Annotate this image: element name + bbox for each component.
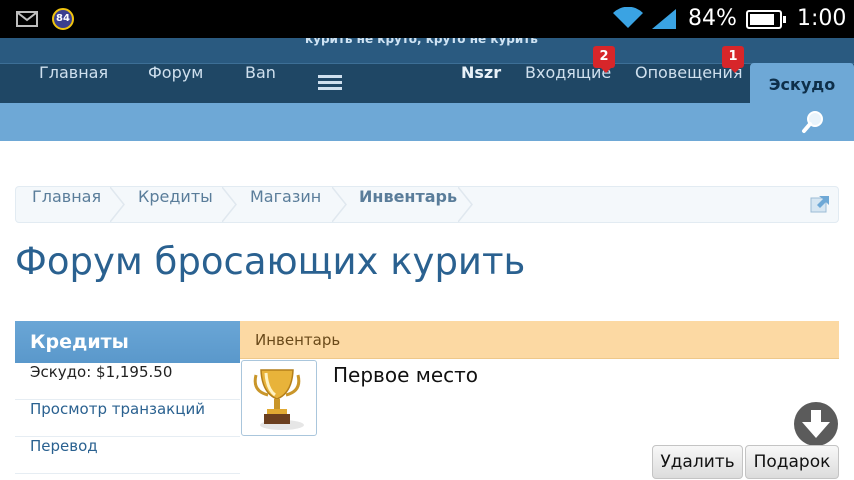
nav-inbox[interactable]: Входящие <box>525 63 611 103</box>
breadcrumb-shop[interactable]: Магазин <box>250 187 321 222</box>
nav-ban[interactable]: Ban <box>245 63 276 103</box>
balance-display: Эскудо: $1,195.50 <box>15 363 240 400</box>
inventory-item-name: Первое место <box>333 363 478 387</box>
trophy-icon <box>253 369 304 430</box>
nav-forum[interactable]: Форум <box>148 63 203 103</box>
search-icon[interactable] <box>800 108 828 136</box>
sidebar-title: Кредиты <box>15 321 240 363</box>
breadcrumb-separator <box>458 187 473 222</box>
breadcrumb-inventory: Инвентарь <box>359 187 458 206</box>
breadcrumb: Главная Кредиты Магазин Инвентарь <box>15 186 839 223</box>
sub-nav-bar <box>0 103 854 141</box>
popout-icon[interactable] <box>810 195 830 213</box>
status-bar: 84 84% 1:00 <box>0 0 854 38</box>
page-title: Форум бросающих курить <box>15 240 526 283</box>
inventory-item-thumbnail[interactable] <box>241 360 317 436</box>
clock: 1:00 <box>797 6 847 31</box>
battery-icon <box>746 10 786 29</box>
inventory-header: Инвентарь <box>240 321 839 359</box>
nav-escudo-tab[interactable]: Эскудо <box>750 63 854 105</box>
breadcrumb-separator <box>222 187 237 222</box>
nav-alerts[interactable]: Оповещения <box>635 63 743 103</box>
notification-count-badge: 84 <box>52 8 74 30</box>
gift-button[interactable]: Подарок <box>745 445 839 479</box>
site-tagline: курить не круто, круто не курить <box>305 38 538 46</box>
nav-home[interactable]: Главная <box>39 63 108 103</box>
alerts-badge: 1 <box>722 46 744 73</box>
nav-username[interactable]: Nszr <box>461 63 501 103</box>
breadcrumb-separator <box>332 187 347 222</box>
wifi-icon <box>613 7 643 28</box>
battery-level <box>750 14 774 25</box>
breadcrumb-credits[interactable]: Кредиты <box>138 187 213 222</box>
arrow-down-icon <box>802 410 830 438</box>
battery-percent: 84% <box>688 6 737 31</box>
mail-icon <box>16 11 38 27</box>
signal-icon <box>652 9 676 29</box>
menu-icon[interactable] <box>318 75 342 91</box>
sidebar-link-transactions[interactable]: Просмотр транзакций <box>15 400 240 437</box>
scroll-down-button[interactable] <box>794 402 838 446</box>
sidebar-link-transfer[interactable]: Перевод <box>15 437 240 474</box>
inbox-badge: 2 <box>593 46 615 73</box>
delete-button[interactable]: Удалить <box>652 445 743 479</box>
breadcrumb-home[interactable]: Главная <box>32 187 101 222</box>
breadcrumb-separator <box>110 187 125 222</box>
